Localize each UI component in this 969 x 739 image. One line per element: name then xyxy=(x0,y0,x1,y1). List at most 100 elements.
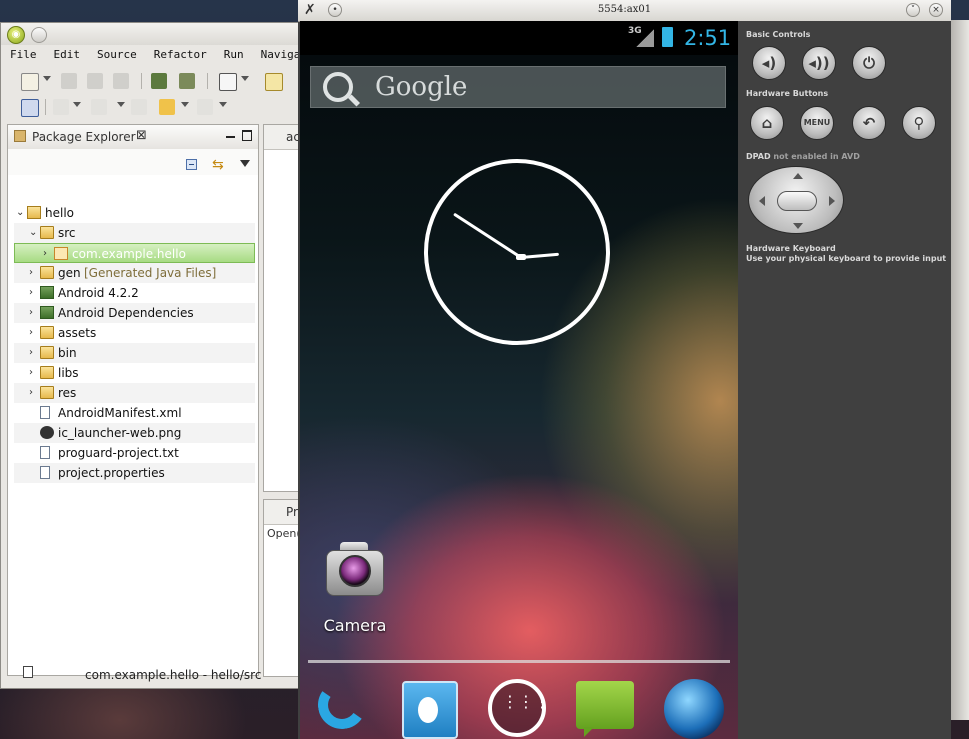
new-dropdown-icon[interactable] xyxy=(43,76,51,81)
collapse-all-icon[interactable] xyxy=(186,159,197,170)
problems-content: Open( xyxy=(267,527,301,540)
problems-tab-label: Pr xyxy=(286,505,298,519)
close-view-icon[interactable]: ⊠ xyxy=(136,128,147,143)
forward-dropdown-icon[interactable] xyxy=(219,102,227,107)
previous-annotation-icon[interactable] xyxy=(91,99,107,115)
print-icon[interactable] xyxy=(113,73,129,89)
last-edit-icon[interactable] xyxy=(131,99,147,115)
messaging-icon[interactable] xyxy=(574,677,636,739)
next-annotation-dropdown-icon[interactable] xyxy=(73,102,81,107)
menu-source[interactable]: Source xyxy=(88,45,145,67)
search-icon: ⚲ xyxy=(913,114,925,132)
emulator-close-button[interactable]: × xyxy=(929,3,943,17)
expand-toggle-icon[interactable]: › xyxy=(29,387,37,398)
browser-icon[interactable] xyxy=(660,677,724,739)
volume-down-button[interactable]: ◂) xyxy=(752,46,786,80)
back-icon[interactable] xyxy=(159,99,175,115)
tree-item[interactable]: AndroidManifest.xml xyxy=(14,403,255,423)
tree-item-label: libs xyxy=(58,366,79,380)
camera-app-label[interactable]: Camera xyxy=(300,616,410,635)
home-button[interactable]: ⌂ xyxy=(750,106,784,140)
menu-refactor[interactable]: Refactor xyxy=(145,45,215,67)
tree-item[interactable]: › assets xyxy=(14,323,255,343)
contacts-icon[interactable] xyxy=(398,677,460,739)
lint-dropdown-icon[interactable] xyxy=(241,76,249,81)
expand-toggle-icon[interactable]: › xyxy=(29,327,37,338)
menu-button[interactable]: MENU xyxy=(800,106,834,140)
forward-icon[interactable] xyxy=(197,99,213,115)
tree-item[interactable]: › com.example.hello xyxy=(14,243,255,263)
tree-item-label: hello xyxy=(45,206,74,220)
package-explorer-title: Package Explorer xyxy=(32,130,136,144)
dpad-down-icon[interactable] xyxy=(793,223,803,229)
save-all-icon[interactable] xyxy=(87,73,103,89)
dpad-right-icon[interactable] xyxy=(829,196,835,206)
menu-edit[interactable]: Edit xyxy=(45,45,89,67)
collapse-toggle-icon[interactable]: ⌄ xyxy=(29,227,37,238)
back-dropdown-icon[interactable] xyxy=(181,102,189,107)
dock-divider xyxy=(308,660,730,663)
analog-clock-widget[interactable] xyxy=(424,159,610,345)
tree-item[interactable]: › Android Dependencies xyxy=(14,303,255,323)
new-icon[interactable] xyxy=(21,73,39,91)
all-apps-icon[interactable]: ⋮⋮⋮ xyxy=(486,677,550,739)
project-folder-icon xyxy=(27,206,41,219)
tree-item[interactable]: project.properties xyxy=(14,463,255,483)
expand-toggle-icon[interactable]: › xyxy=(29,267,37,278)
menu-run[interactable]: Run xyxy=(215,45,252,67)
camera-app-icon[interactable] xyxy=(324,542,386,598)
lint-check-icon[interactable] xyxy=(219,73,237,91)
phone-icon[interactable] xyxy=(312,677,374,739)
tree-item[interactable]: › res xyxy=(14,383,255,403)
tree-item-label: Android 4.2.2 xyxy=(58,286,139,300)
fast-view-icon[interactable] xyxy=(23,666,33,678)
secondary-toolbar xyxy=(1,95,304,119)
dpad-center-button[interactable] xyxy=(777,191,817,211)
image-file-icon xyxy=(40,426,54,439)
tree-item-decoration: [Generated Java Files] xyxy=(84,266,217,280)
skip-breakpoints-icon[interactable] xyxy=(21,99,39,117)
basic-controls-heading: Basic Controls xyxy=(746,30,811,39)
next-annotation-icon[interactable] xyxy=(53,99,69,115)
tree-item[interactable]: › Android 4.2.2 xyxy=(14,283,255,303)
save-icon[interactable] xyxy=(61,73,77,89)
expand-toggle-icon[interactable]: › xyxy=(29,307,37,318)
expand-toggle-icon[interactable]: › xyxy=(29,287,37,298)
back-icon: ↶ xyxy=(862,114,876,132)
dpad-left-icon[interactable] xyxy=(759,196,765,206)
package-explorer-tab[interactable]: Package Explorer ⊠ xyxy=(8,125,258,150)
tree-item[interactable]: ⌄ hello xyxy=(14,203,255,223)
expand-toggle-icon[interactable]: › xyxy=(43,248,51,259)
android-sdk-manager-icon[interactable] xyxy=(151,73,167,89)
link-with-editor-icon[interactable]: ⇆ xyxy=(212,157,224,173)
dpad-control[interactable] xyxy=(748,166,844,234)
tree-item[interactable]: ic_launcher-web.png xyxy=(14,423,255,443)
volume-up-button[interactable]: ◂)) xyxy=(802,46,836,80)
android-screen[interactable]: 3G 2:51 Google Camera ⋮⋮⋮ xyxy=(300,21,738,739)
minimize-view-icon[interactable] xyxy=(226,136,235,138)
search-button[interactable]: ⚲ xyxy=(902,106,936,140)
view-menu-icon[interactable] xyxy=(240,160,250,167)
power-button[interactable]: ⏻ xyxy=(852,46,886,80)
minimize-button[interactable] xyxy=(31,27,47,43)
android-status-bar: 3G 2:51 xyxy=(300,21,738,55)
new-android-project-icon[interactable] xyxy=(265,73,283,91)
emulator-minimize-button[interactable]: ˅ xyxy=(906,3,920,17)
tree-item[interactable]: › libs xyxy=(14,363,255,383)
back-button[interactable]: ↶ xyxy=(852,106,886,140)
google-search-bar[interactable]: Google xyxy=(310,66,726,108)
tree-item-label: AndroidManifest.xml xyxy=(58,406,182,420)
tree-item[interactable]: › bin xyxy=(14,343,255,363)
expand-toggle-icon[interactable]: › xyxy=(29,347,37,358)
dpad-up-icon[interactable] xyxy=(793,173,803,179)
collapse-toggle-icon[interactable]: ⌄ xyxy=(16,207,24,218)
tree-item[interactable]: › gen [Generated Java Files] xyxy=(14,263,255,283)
maximize-view-icon[interactable] xyxy=(242,130,252,141)
menu-file[interactable]: File xyxy=(1,45,45,67)
avd-manager-icon[interactable] xyxy=(179,73,195,89)
expand-toggle-icon[interactable]: › xyxy=(29,367,37,378)
google-search-label: Google xyxy=(375,72,468,102)
tree-item[interactable]: proguard-project.txt xyxy=(14,443,255,463)
previous-annotation-dropdown-icon[interactable] xyxy=(117,102,125,107)
tree-item[interactable]: ⌄ src xyxy=(14,223,255,243)
